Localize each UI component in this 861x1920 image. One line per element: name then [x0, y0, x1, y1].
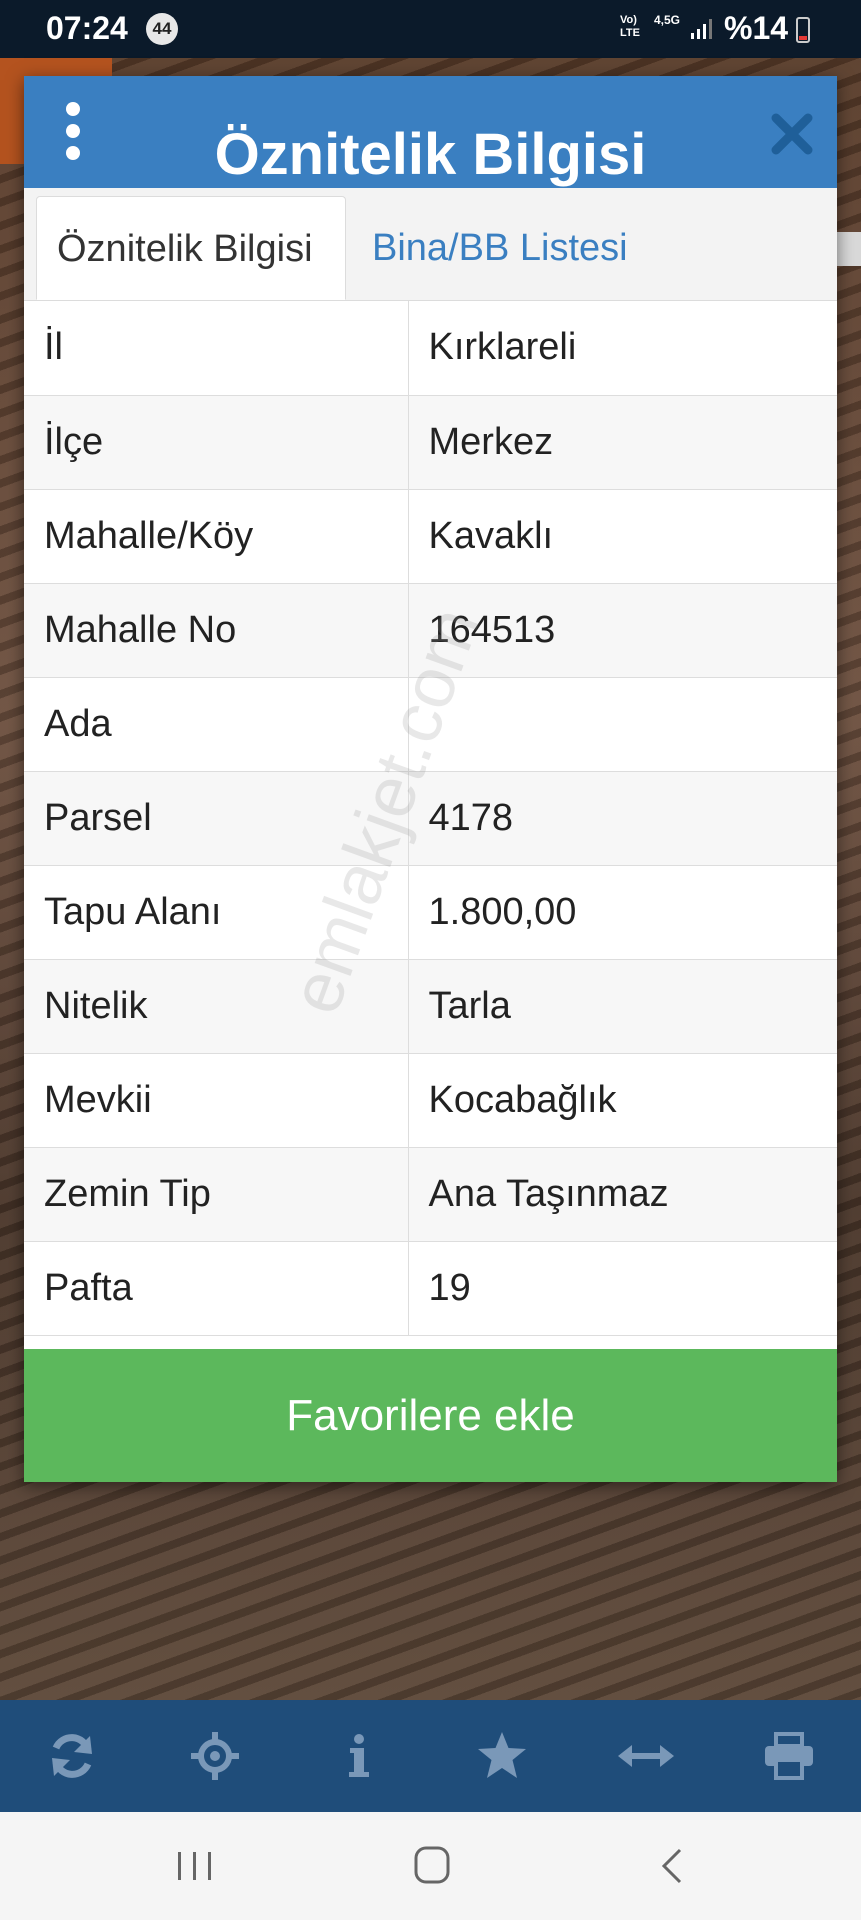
- row-value: [408, 677, 837, 772]
- row-key: İlçe: [24, 395, 409, 490]
- network-speed-indicator: 4,5G: [654, 13, 681, 27]
- status-time: 07:24: [46, 10, 128, 46]
- row-value: 4178: [408, 771, 837, 866]
- row-key: Pafta: [24, 1241, 409, 1336]
- recent-apps-icon[interactable]: [170, 1844, 220, 1888]
- print-icon[interactable]: [759, 1726, 819, 1786]
- table-row: Ada: [24, 677, 837, 772]
- add-to-favorites-button[interactable]: Favorilere ekle: [24, 1349, 837, 1482]
- battery-percent: %14: [724, 10, 789, 46]
- dialog-title: Öznitelik Bilgisi: [214, 122, 647, 187]
- row-value: 19: [408, 1241, 837, 1336]
- back-icon[interactable]: [648, 1844, 698, 1888]
- tab-attribute-info[interactable]: Öznitelik Bilgisi: [36, 196, 346, 300]
- table-row: Pafta 19: [24, 1241, 837, 1336]
- star-icon[interactable]: [472, 1726, 532, 1786]
- row-value: 1.800,00: [408, 865, 837, 960]
- tab-building-list[interactable]: Bina/BB Listesi: [352, 196, 652, 300]
- row-key: Zemin Tip: [24, 1147, 409, 1242]
- table-row: Mahalle No 164513: [24, 583, 837, 678]
- table-row: İl Kırklareli: [24, 301, 837, 396]
- table-row: Mahalle/Köy Kavaklı: [24, 489, 837, 584]
- map-toolbar: [0, 1700, 861, 1812]
- row-value: Ana Taşınmaz: [408, 1147, 837, 1242]
- table-row: İlçe Merkez: [24, 395, 837, 490]
- battery-icon: [796, 17, 810, 43]
- notification-count-badge: 44: [146, 13, 178, 45]
- status-bar: 07:24 44 Vo) LTE 4,5G %14: [0, 0, 861, 58]
- table-row: Tapu Alanı 1.800,00: [24, 865, 837, 960]
- row-key: İl: [24, 301, 409, 396]
- row-value: Kırklareli: [408, 301, 837, 396]
- row-key: Mahalle/Köy: [24, 489, 409, 584]
- tab-bar: Öznitelik Bilgisi Bina/BB Listesi: [24, 188, 837, 301]
- volte-indicator: Vo) LTE: [620, 14, 640, 39]
- row-value: Merkez: [408, 395, 837, 490]
- row-key: Mevkii: [24, 1053, 409, 1148]
- row-value: Kavaklı: [408, 489, 837, 584]
- system-nav-bar: [0, 1812, 861, 1920]
- row-key: Mahalle No: [24, 583, 409, 678]
- signal-icon: [691, 19, 712, 39]
- row-value: Tarla: [408, 959, 837, 1054]
- locate-icon[interactable]: [185, 1726, 245, 1786]
- dialog-header: Öznitelik Bilgisi: [24, 76, 837, 188]
- row-value: 164513: [408, 583, 837, 678]
- measure-icon[interactable]: [616, 1726, 676, 1786]
- attribute-dialog: Öznitelik Bilgisi Öznitelik Bilgisi Bina…: [24, 76, 837, 1482]
- table-row: Nitelik Tarla: [24, 959, 837, 1054]
- row-key: Ada: [24, 677, 409, 772]
- row-key: Parsel: [24, 771, 409, 866]
- table-row: Mevkii Kocabağlık: [24, 1053, 837, 1148]
- attribute-table: İl Kırklareli İlçe Merkez Mahalle/Köy Kavak…: [24, 301, 837, 1336]
- refresh-icon[interactable]: [42, 1726, 102, 1786]
- home-icon[interactable]: [407, 1844, 457, 1888]
- row-key: Tapu Alanı: [24, 865, 409, 960]
- table-row: Parsel 4178: [24, 771, 837, 866]
- close-icon[interactable]: [768, 110, 816, 158]
- row-value: Kocabağlık: [408, 1053, 837, 1148]
- row-key: Nitelik: [24, 959, 409, 1054]
- info-icon[interactable]: [329, 1726, 389, 1786]
- table-row: Zemin Tip Ana Taşınmaz: [24, 1147, 837, 1242]
